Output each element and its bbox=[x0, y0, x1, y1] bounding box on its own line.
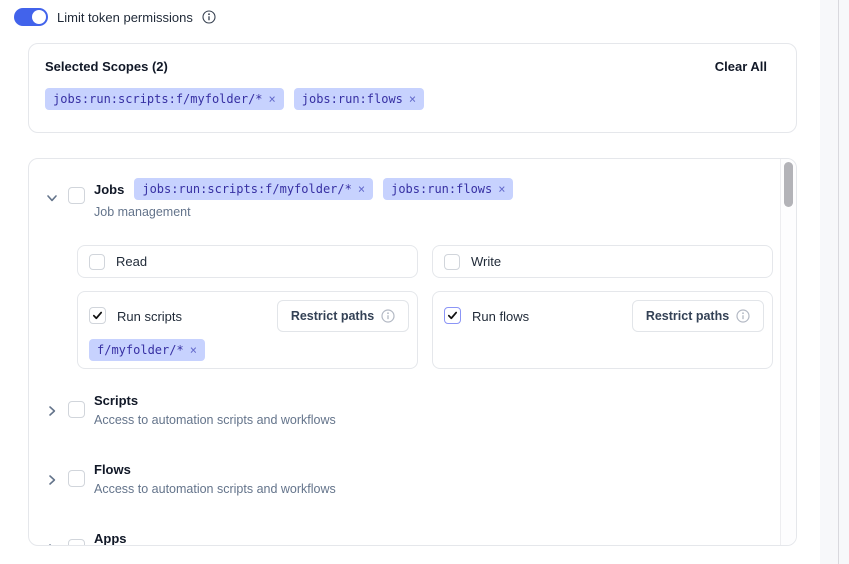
chevron-right-icon[interactable] bbox=[45, 473, 59, 487]
remove-tag-button[interactable]: × bbox=[358, 183, 365, 195]
scrollbar-track[interactable] bbox=[780, 159, 796, 545]
checkmark-icon bbox=[447, 310, 458, 321]
tree-node-scripts: Scripts Access to automation scripts and… bbox=[45, 393, 336, 427]
right-gutter bbox=[820, 0, 849, 564]
scripts-title: Scripts bbox=[94, 393, 336, 408]
selected-scopes-card: Selected Scopes (2) Clear All jobs:run:s… bbox=[28, 43, 797, 133]
scope-tag: jobs:run:scripts:f/myfolder/* × bbox=[45, 88, 284, 110]
run-scripts-label: Run scripts bbox=[117, 309, 182, 324]
scrollbar-thumb[interactable] bbox=[784, 162, 793, 207]
chevron-right-icon[interactable] bbox=[45, 404, 59, 418]
remove-tag-button[interactable]: × bbox=[269, 93, 276, 105]
chevron-down-icon[interactable] bbox=[45, 191, 59, 205]
path-tag-label: f/myfolder/* bbox=[97, 344, 184, 356]
toggle-knob bbox=[32, 10, 46, 24]
restrict-paths-button[interactable]: Restrict paths bbox=[632, 300, 764, 332]
limit-permissions-label: Limit token permissions bbox=[57, 10, 193, 25]
limit-permissions-toggle[interactable] bbox=[14, 8, 48, 26]
read-label: Read bbox=[116, 254, 147, 269]
read-option-card[interactable]: Read bbox=[77, 245, 418, 278]
checkmark-icon bbox=[92, 310, 103, 321]
flows-title: Flows bbox=[94, 462, 336, 477]
run-flows-card[interactable]: Run flows Restrict paths bbox=[432, 291, 773, 369]
info-icon[interactable] bbox=[202, 10, 216, 24]
run-flows-checkbox[interactable] bbox=[444, 307, 461, 324]
scope-tag-label: jobs:run:scripts:f/myfolder/* bbox=[142, 183, 352, 195]
run-scripts-card[interactable]: Run scripts Restrict paths f/myfolder/* … bbox=[77, 291, 418, 369]
tree-node-flows: Flows Access to automation scripts and w… bbox=[45, 462, 336, 496]
selected-scopes-title: Selected Scopes (2) bbox=[45, 59, 168, 74]
read-checkbox[interactable] bbox=[89, 254, 105, 270]
info-icon[interactable] bbox=[381, 309, 395, 323]
remove-tag-button[interactable]: × bbox=[498, 183, 505, 195]
path-tag: f/myfolder/* × bbox=[89, 339, 205, 361]
permissions-tree-panel: Jobs jobs:run:scripts:f/myfolder/* × job… bbox=[28, 158, 797, 546]
vertical-divider bbox=[838, 0, 839, 564]
scope-tag: jobs:run:flows × bbox=[383, 178, 513, 200]
flows-checkbox[interactable] bbox=[68, 470, 85, 487]
write-option-card[interactable]: Write bbox=[432, 245, 773, 278]
write-label: Write bbox=[471, 254, 501, 269]
scope-tag: jobs:run:flows × bbox=[294, 88, 424, 110]
tree-node-apps: Apps bbox=[45, 531, 127, 546]
scripts-checkbox[interactable] bbox=[68, 401, 85, 418]
run-scripts-checkbox[interactable] bbox=[89, 307, 106, 324]
scope-tag-label: jobs:run:flows bbox=[302, 93, 403, 105]
remove-tag-button[interactable]: × bbox=[190, 344, 197, 356]
write-checkbox[interactable] bbox=[444, 254, 460, 270]
scope-tag: jobs:run:scripts:f/myfolder/* × bbox=[134, 178, 373, 200]
restrict-paths-button[interactable]: Restrict paths bbox=[277, 300, 409, 332]
limit-permissions-row: Limit token permissions bbox=[14, 8, 216, 26]
scope-tag-label: jobs:run:flows bbox=[391, 183, 492, 195]
jobs-subtitle: Job management bbox=[94, 205, 513, 219]
jobs-checkbox[interactable] bbox=[68, 187, 85, 204]
chevron-right-icon[interactable] bbox=[45, 542, 59, 546]
scope-tag-label: jobs:run:scripts:f/myfolder/* bbox=[53, 93, 263, 105]
remove-tag-button[interactable]: × bbox=[409, 93, 416, 105]
jobs-title: Jobs bbox=[94, 182, 124, 197]
apps-checkbox[interactable] bbox=[68, 539, 85, 546]
clear-all-button[interactable]: Clear All bbox=[715, 59, 780, 74]
run-flows-label: Run flows bbox=[472, 309, 529, 324]
tree-node-jobs: Jobs jobs:run:scripts:f/myfolder/* × job… bbox=[45, 178, 513, 219]
scripts-subtitle: Access to automation scripts and workflo… bbox=[94, 413, 336, 427]
info-icon[interactable] bbox=[736, 309, 750, 323]
flows-subtitle: Access to automation scripts and workflo… bbox=[94, 482, 336, 496]
apps-title: Apps bbox=[94, 531, 127, 546]
